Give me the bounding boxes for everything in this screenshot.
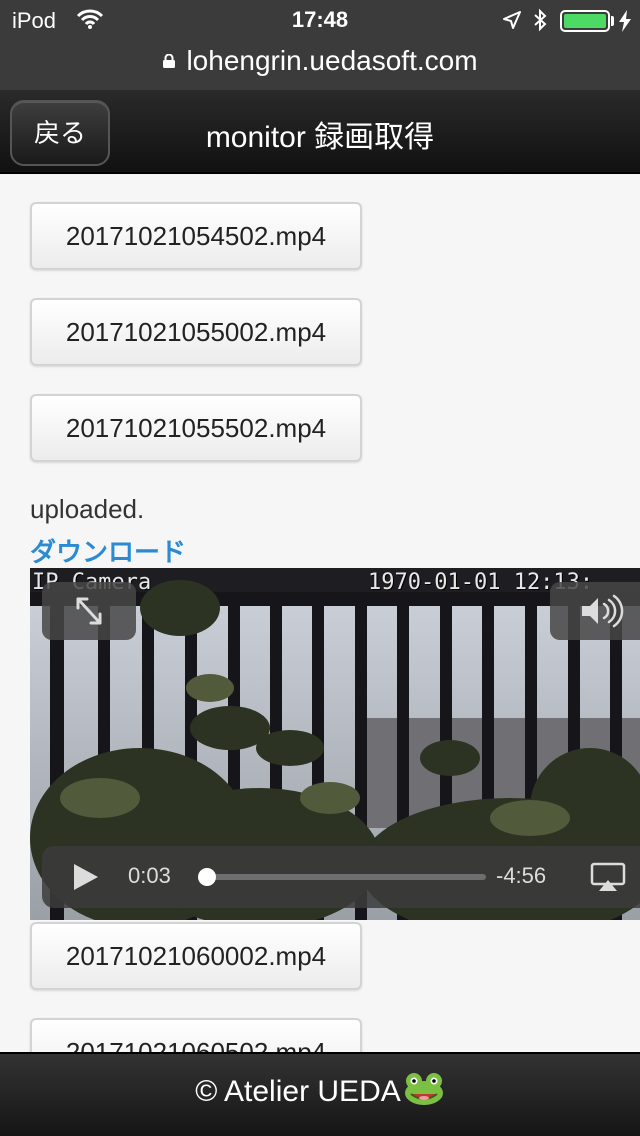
volume-button[interactable] <box>550 582 640 640</box>
url-text: lohengrin.uedasoft.com <box>186 45 478 76</box>
charging-bolt-icon <box>619 10 631 32</box>
progress-knob[interactable] <box>197 868 216 886</box>
file-button[interactable]: 20171021055002.mp4 <box>30 298 362 366</box>
download-link[interactable]: ダウンロード <box>30 532 186 569</box>
play-icon[interactable] <box>72 862 100 892</box>
file-button[interactable]: 20171021054502.mp4 <box>30 202 362 270</box>
progress-track[interactable] <box>204 874 486 880</box>
copyright-text: © Atelier UEDA <box>195 1075 401 1108</box>
bluetooth-icon <box>534 8 547 32</box>
upload-status: uploaded. <box>30 494 145 524</box>
battery-tip <box>611 16 614 26</box>
airplay-icon[interactable] <box>590 862 626 892</box>
fullscreen-icon <box>76 597 102 625</box>
playback-controls: 0:03 -4:56 <box>42 846 640 908</box>
file-button[interactable]: 20171021060502.mp4 <box>30 1018 362 1052</box>
lock-icon <box>163 53 176 68</box>
status-bar: iPod 17:48 <box>0 0 640 40</box>
volume-icon <box>582 594 624 628</box>
location-icon <box>503 11 521 29</box>
remaining-time: -4:56 <box>496 863 547 888</box>
main-content: 20171021054502.mp4 20171021055002.mp4 20… <box>0 176 640 1052</box>
footer: © Atelier UEDA <box>0 1052 640 1136</box>
battery-icon <box>560 10 610 32</box>
frog-icon <box>404 1073 443 1106</box>
current-time: 0:03 <box>128 863 171 888</box>
page-title: monitor 録画取得 <box>205 121 435 154</box>
address-bar[interactable]: lohengrin.uedasoft.com <box>0 40 640 90</box>
file-button[interactable]: 20171021055502.mp4 <box>30 394 362 462</box>
video-player[interactable]: IP Camera 1970-01-01 12:13: <box>30 568 640 920</box>
app-header: 戻る monitor 録画取得 <box>0 90 640 174</box>
fullscreen-button[interactable] <box>42 582 136 640</box>
file-button[interactable]: 20171021060002.mp4 <box>30 922 362 990</box>
